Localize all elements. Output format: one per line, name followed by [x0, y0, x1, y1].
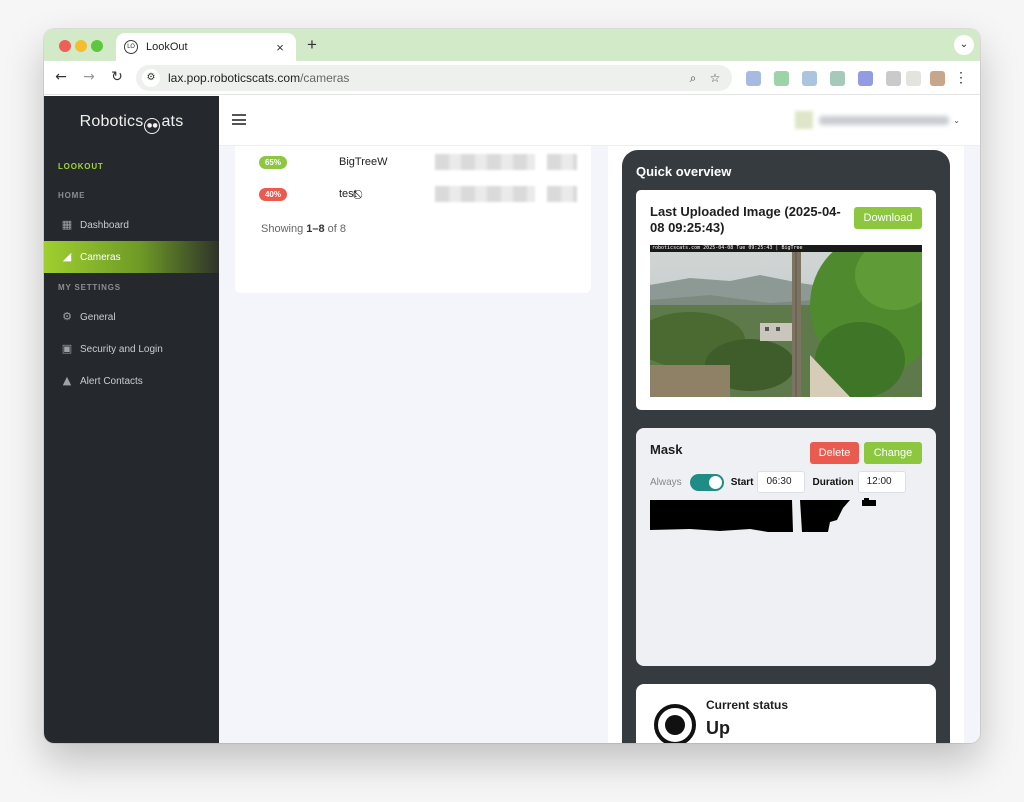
extension-icon[interactable]	[906, 71, 921, 86]
mask-preview	[650, 498, 922, 538]
top-bar: ⌄	[219, 96, 980, 146]
sidebar-item-dashboard[interactable]: ▦ Dashboard	[44, 209, 219, 241]
camera-snapshot[interactable]: roboticscats.com 2025-04-08 Tue 09:25:43…	[650, 245, 922, 397]
current-status-card: Current status Up	[636, 684, 936, 743]
bell-icon: ▲	[62, 374, 72, 387]
close-window-button[interactable]	[59, 40, 71, 52]
hamburger-menu-icon[interactable]	[232, 114, 246, 125]
extension-icon[interactable]	[746, 71, 761, 86]
extension-icon[interactable]	[830, 71, 845, 86]
minimize-window-button[interactable]	[75, 40, 87, 52]
download-button[interactable]: Download	[854, 207, 922, 229]
right-column: Quick overview Last Uploaded Image (2025…	[608, 146, 964, 743]
app-body: Robotics ●● ats LOOKOUT HOME ▦ Dashboard ◢…	[44, 96, 980, 743]
redacted-cell	[547, 154, 577, 170]
gear-icon: ⚙	[62, 310, 72, 323]
sidebar: Robotics ●● ats LOOKOUT HOME ▦ Dashboard ◢…	[44, 96, 219, 743]
delete-mask-button[interactable]: Delete	[810, 442, 859, 464]
quality-badge: 65%	[259, 155, 287, 169]
change-mask-button[interactable]: Change	[864, 442, 922, 464]
camera-table-card: 65% BigTreeW 40% test ⃠ Showing 1–8 of 8	[235, 146, 591, 293]
redacted-cell	[435, 154, 535, 170]
camera-name[interactable]: test ⃠	[339, 188, 360, 200]
quick-overview-panel: Quick overview Last Uploaded Image (2025…	[622, 150, 950, 743]
dashboard-icon: ▦	[61, 218, 73, 231]
image-card-title: Last Uploaded Image (2025-04-08 09:25:43…	[650, 204, 841, 235]
new-tab-button[interactable]: +	[302, 35, 322, 55]
redacted-cell	[547, 186, 577, 202]
sidebar-item-security[interactable]: ▣ Security and Login	[44, 333, 219, 365]
mask-card: Mask Delete Change Always Start 06:30 Du…	[636, 428, 936, 666]
chevron-down-icon: ⌄	[953, 115, 960, 125]
lock-icon: ▣	[61, 342, 73, 355]
always-toggle[interactable]	[689, 473, 724, 491]
extension-icon[interactable]	[858, 71, 873, 86]
brand-logo[interactable]: Robotics ●● ats	[44, 113, 219, 134]
mask-schedule-row: Always Start 06:30 Duration 12:00	[650, 471, 913, 493]
table-row[interactable]: 40% test ⃠	[259, 184, 579, 204]
duration-label: Duration	[812, 476, 854, 488]
sidebar-item-alert-contacts[interactable]: ▲ Alert Contacts	[44, 365, 219, 397]
redacted-cell	[435, 186, 535, 202]
maximize-window-button[interactable]	[91, 40, 103, 52]
section-home: HOME	[58, 191, 86, 200]
browser-window: LO LookOut × + ⌄ ← → ↻ ⚙ lax.pop.robotic…	[44, 29, 980, 743]
always-label: Always	[650, 476, 682, 488]
user-menu[interactable]: ⌄	[795, 111, 960, 129]
user-name-redacted	[819, 115, 950, 125]
duration-input[interactable]: 12:00	[857, 471, 906, 493]
section-my-settings: MY SETTINGS	[58, 283, 121, 292]
bookmark-star-icon[interactable]: ☆	[704, 71, 726, 85]
site-settings-icon[interactable]: ⚙	[142, 69, 160, 87]
quality-badge: 40%	[259, 187, 287, 201]
sidebar-item-general[interactable]: ⚙ General	[44, 301, 219, 333]
screen: LO LookOut × + ⌄ ← → ↻ ⚙ lax.pop.robotic…	[0, 0, 1024, 802]
favicon-icon: LO	[124, 40, 138, 54]
extension-icon[interactable]	[774, 71, 789, 86]
mask-title: Mask	[650, 442, 683, 457]
tab-title: LookOut	[146, 41, 188, 53]
avatar	[795, 111, 814, 129]
profile-avatar[interactable]	[930, 71, 945, 86]
tab-strip: LO LookOut × + ⌄	[44, 29, 980, 61]
app-label: LOOKOUT	[58, 162, 104, 171]
status-label: Current status	[706, 698, 789, 712]
panel-title: Quick overview	[636, 164, 732, 179]
cat-logo-icon: ●●	[144, 118, 161, 134]
sidebar-item-cameras[interactable]: ◢ Cameras	[44, 241, 219, 273]
snapshot-overlay-text: roboticscats.com 2025-04-08 Tue 09:25:43…	[652, 245, 803, 251]
pagination-summary: Showing 1–8 of 8	[261, 223, 347, 235]
tab-close-icon[interactable]: ×	[272, 40, 288, 55]
back-icon[interactable]: ←	[52, 69, 70, 85]
forward-icon[interactable]: →	[80, 69, 98, 85]
url-text[interactable]: lax.pop.roboticscats.com/cameras	[168, 71, 682, 85]
start-label: Start	[730, 476, 754, 488]
browser-toolbar: ← → ↻ ⚙ lax.pop.roboticscats.com/cameras…	[44, 61, 980, 95]
tab-search-button[interactable]: ⌄	[954, 35, 974, 55]
browser-tab[interactable]: LO LookOut ×	[116, 33, 296, 61]
reload-icon[interactable]: ↻	[108, 69, 126, 85]
status-indicator-icon	[654, 704, 696, 743]
camera-icon: ◢	[62, 250, 72, 263]
zoom-icon[interactable]: ⌕	[682, 71, 704, 86]
extension-icon[interactable]	[886, 71, 901, 86]
table-row[interactable]: 65% BigTreeW	[259, 152, 579, 172]
start-time-input[interactable]: 06:30	[757, 471, 806, 493]
browser-menu-icon[interactable]: ⋮	[954, 69, 968, 86]
last-uploaded-image-card: Last Uploaded Image (2025-04-08 09:25:43…	[636, 190, 936, 410]
address-bar[interactable]: ⚙ lax.pop.roboticscats.com/cameras ⌕ ☆	[136, 65, 732, 91]
extension-icon[interactable]	[802, 71, 817, 86]
camera-name[interactable]: BigTreeW	[339, 156, 388, 168]
status-value: Up	[706, 718, 730, 738]
